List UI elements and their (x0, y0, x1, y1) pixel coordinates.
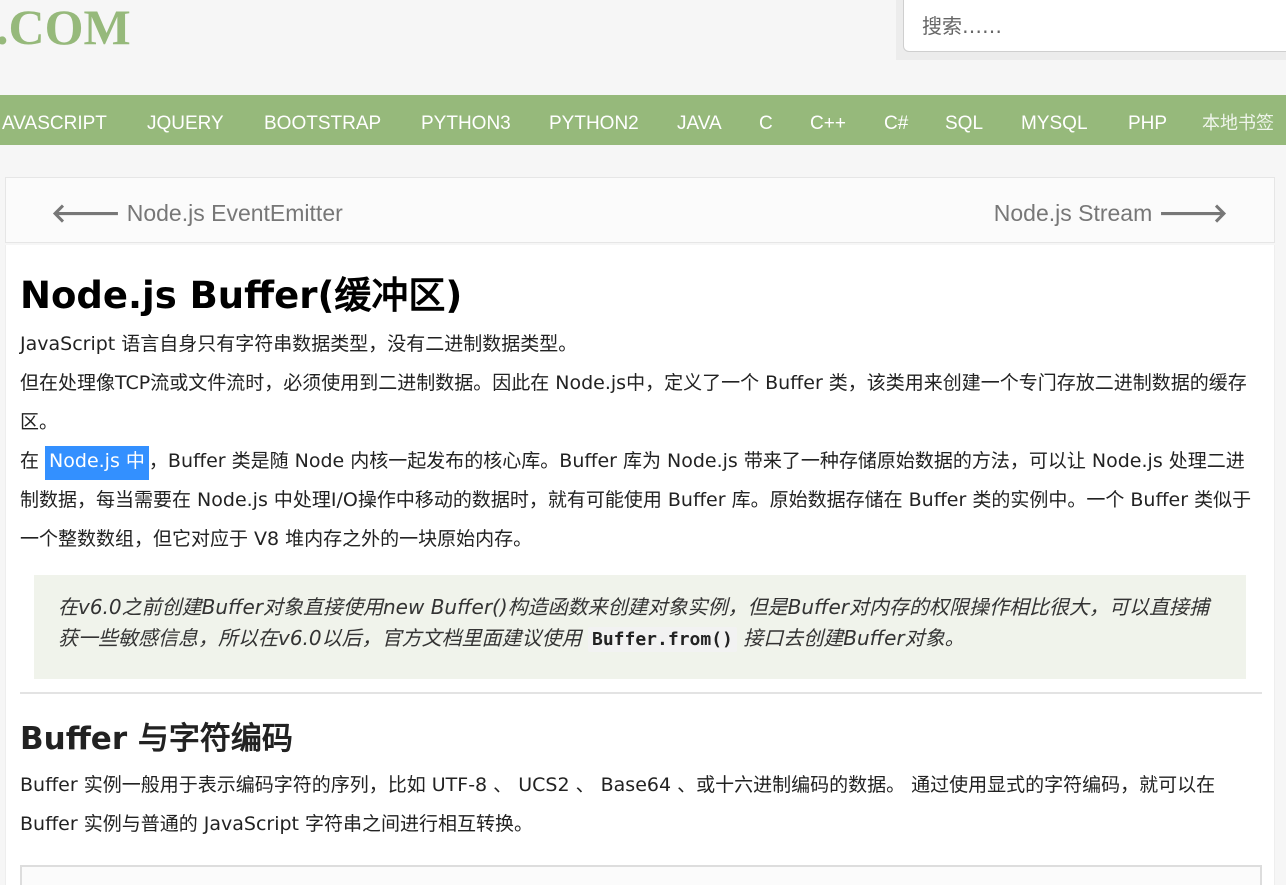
article-pager: 🡐 Node.js EventEmitter Node.js Stream 🡒 (5, 177, 1275, 243)
nav-item-bookmarks[interactable]: 本地书签 (1202, 95, 1274, 145)
nav-item-java[interactable]: JAVA (677, 95, 722, 145)
nav-item-sql[interactable]: SQL (945, 95, 983, 145)
nav-item-jquery[interactable]: JQUERY (147, 95, 224, 145)
page-title: Node.js Buffer(缓冲区) (20, 274, 463, 317)
nav-item-javascript[interactable]: AVASCRIPT (2, 95, 107, 145)
tip-text-after: 接口去创建Buffer对象。 (736, 626, 965, 650)
main-nav: AVASCRIPT JQUERY BOOTSTRAP PYTHON3 PYTHO… (0, 95, 1286, 145)
site-logo[interactable]: .COM (0, 0, 131, 56)
nav-item-c[interactable]: C (759, 95, 773, 145)
nav-item-php[interactable]: PHP (1128, 95, 1167, 145)
site-header: .COM (0, 0, 1286, 95)
arrow-right-icon: 🡒 (1158, 198, 1228, 228)
search-area (896, 0, 1286, 60)
paragraph-prefix: 在 (20, 450, 46, 472)
section-title: Buffer 与字符编码 (20, 721, 293, 757)
nav-item-python2[interactable]: PYTHON2 (549, 95, 639, 145)
nav-item-bootstrap[interactable]: BOOTSTRAP (264, 95, 381, 145)
encoding-paragraph: Buffer 实例一般用于表示编码字符的序列，比如 UTF-8 、 UCS2 、… (20, 774, 1216, 835)
nav-item-python3[interactable]: PYTHON3 (421, 95, 511, 145)
nav-item-cpp[interactable]: C++ (810, 95, 846, 145)
buffer-from-code: Buffer.from() (588, 627, 737, 652)
arrow-left-icon: 🡐 (51, 198, 121, 228)
article-content: Node.js Buffer(缓冲区) JavaScript 语言自身只有字符串… (5, 245, 1275, 885)
search-input[interactable] (903, 0, 1286, 52)
binary-data-paragraph: 但在处理像TCP流或文件流时，必须使用到二进制数据。因此在 Node.js中，定… (20, 372, 1247, 433)
selected-text[interactable]: Node.js 中 (45, 446, 149, 480)
prev-article-link[interactable]: 🡐 Node.js EventEmitter (51, 198, 343, 229)
section-divider (20, 692, 1262, 694)
intro-paragraph: JavaScript 语言自身只有字符串数据类型，没有二进制数据类型。 (20, 333, 578, 355)
prev-article-label: Node.js EventEmitter (126, 200, 343, 226)
buffer-core-paragraph: 在 Node.js 中，Buffer 类是随 Node 内核一起发布的核心库。B… (20, 442, 1260, 559)
tip-box: 在v6.0之前创建Buffer对象直接使用new Buffer()构造函数来创建… (34, 575, 1246, 679)
nav-item-mysql[interactable]: MYSQL (1021, 95, 1088, 145)
next-article-label: Node.js Stream (993, 200, 1153, 226)
paragraph-rest: ，Buffer 类是随 Node 内核一起发布的核心库。Buffer 库为 No… (20, 450, 1252, 550)
code-block-top (20, 865, 1262, 885)
nav-item-csharp[interactable]: C# (884, 95, 908, 145)
next-article-link[interactable]: Node.js Stream 🡒 (994, 198, 1228, 229)
